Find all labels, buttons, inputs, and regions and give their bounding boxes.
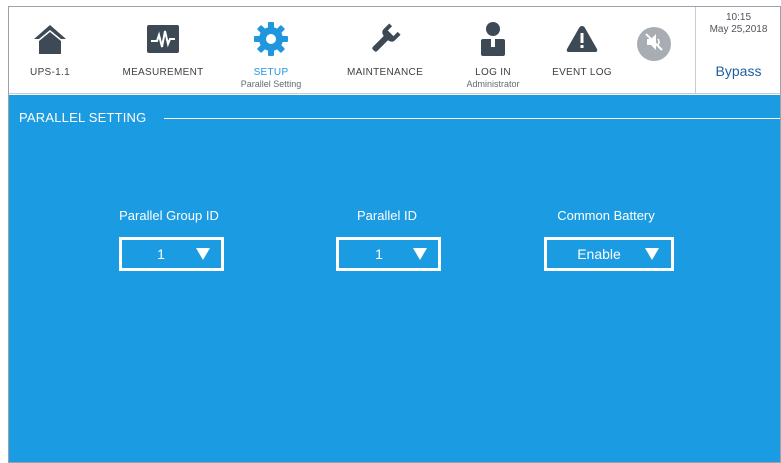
parallel-id-dropdown[interactable]: 1 (336, 237, 441, 271)
clock-time: 10:15 (725, 12, 752, 23)
section-title: PARALLEL SETTING (19, 110, 147, 125)
nav-item-login[interactable]: LOG IN Administrator (455, 7, 531, 94)
mute-alarm-button[interactable] (637, 27, 671, 61)
common-battery-dropdown[interactable]: Enable (544, 237, 674, 271)
nav-item-measurement[interactable]: MEASUREMENT (115, 7, 211, 94)
nav-label-ups: UPS-1.1 (30, 67, 70, 78)
top-navigation-bar: UPS-1.1 MEASUREMENT SETUP Parallel Setti… (9, 7, 780, 94)
parallel-id-label: Parallel ID (357, 208, 417, 223)
wrench-icon (365, 19, 405, 59)
section-divider (164, 118, 780, 119)
section-header: PARALLEL SETTING (9, 110, 780, 126)
app-window: UPS-1.1 MEASUREMENT SETUP Parallel Setti… (8, 6, 781, 463)
gear-icon (251, 19, 291, 59)
common-battery-label: Common Battery (557, 208, 655, 223)
parallel-group-id-dropdown[interactable]: 1 (119, 237, 224, 271)
speaker-muted-icon (643, 31, 665, 58)
common-battery-value: Enable (577, 246, 621, 262)
clock-date: May 25,2018 (709, 24, 768, 35)
nav-label-event-log: EVENT LOG (552, 67, 612, 78)
ups-mode-status: Bypass (715, 63, 762, 79)
nav-item-maintenance[interactable]: MAINTENANCE (339, 7, 431, 94)
nav-label-login: LOG IN (475, 67, 511, 78)
parallel-group-id-label: Parallel Group ID (119, 208, 219, 223)
nav-item-ups[interactable]: UPS-1.1 (21, 7, 79, 94)
waveform-monitor-icon (143, 19, 183, 59)
chevron-down-icon (196, 248, 210, 260)
chevron-down-icon (413, 248, 427, 260)
nav-sub-setup: Parallel Setting (240, 79, 302, 89)
nav-sub-login: Administrator (466, 79, 520, 89)
status-panel: 10:15 May 25,2018 Bypass (695, 7, 780, 94)
home-icon (30, 19, 70, 59)
parallel-id-value: 1 (375, 246, 383, 262)
nav-label-measurement: MEASUREMENT (122, 67, 204, 78)
parallel-group-id-value: 1 (157, 246, 165, 262)
user-icon (473, 19, 513, 59)
nav-label-setup: SETUP (253, 67, 289, 78)
nav-item-setup[interactable]: SETUP Parallel Setting (231, 7, 311, 94)
nav-label-maintenance: MAINTENANCE (346, 67, 424, 78)
parallel-setting-panel: PARALLEL SETTING Parallel Group ID 1 Par… (9, 95, 780, 462)
warning-icon (562, 19, 602, 59)
chevron-down-icon (645, 248, 659, 260)
nav-item-event-log[interactable]: EVENT LOG (544, 7, 620, 94)
